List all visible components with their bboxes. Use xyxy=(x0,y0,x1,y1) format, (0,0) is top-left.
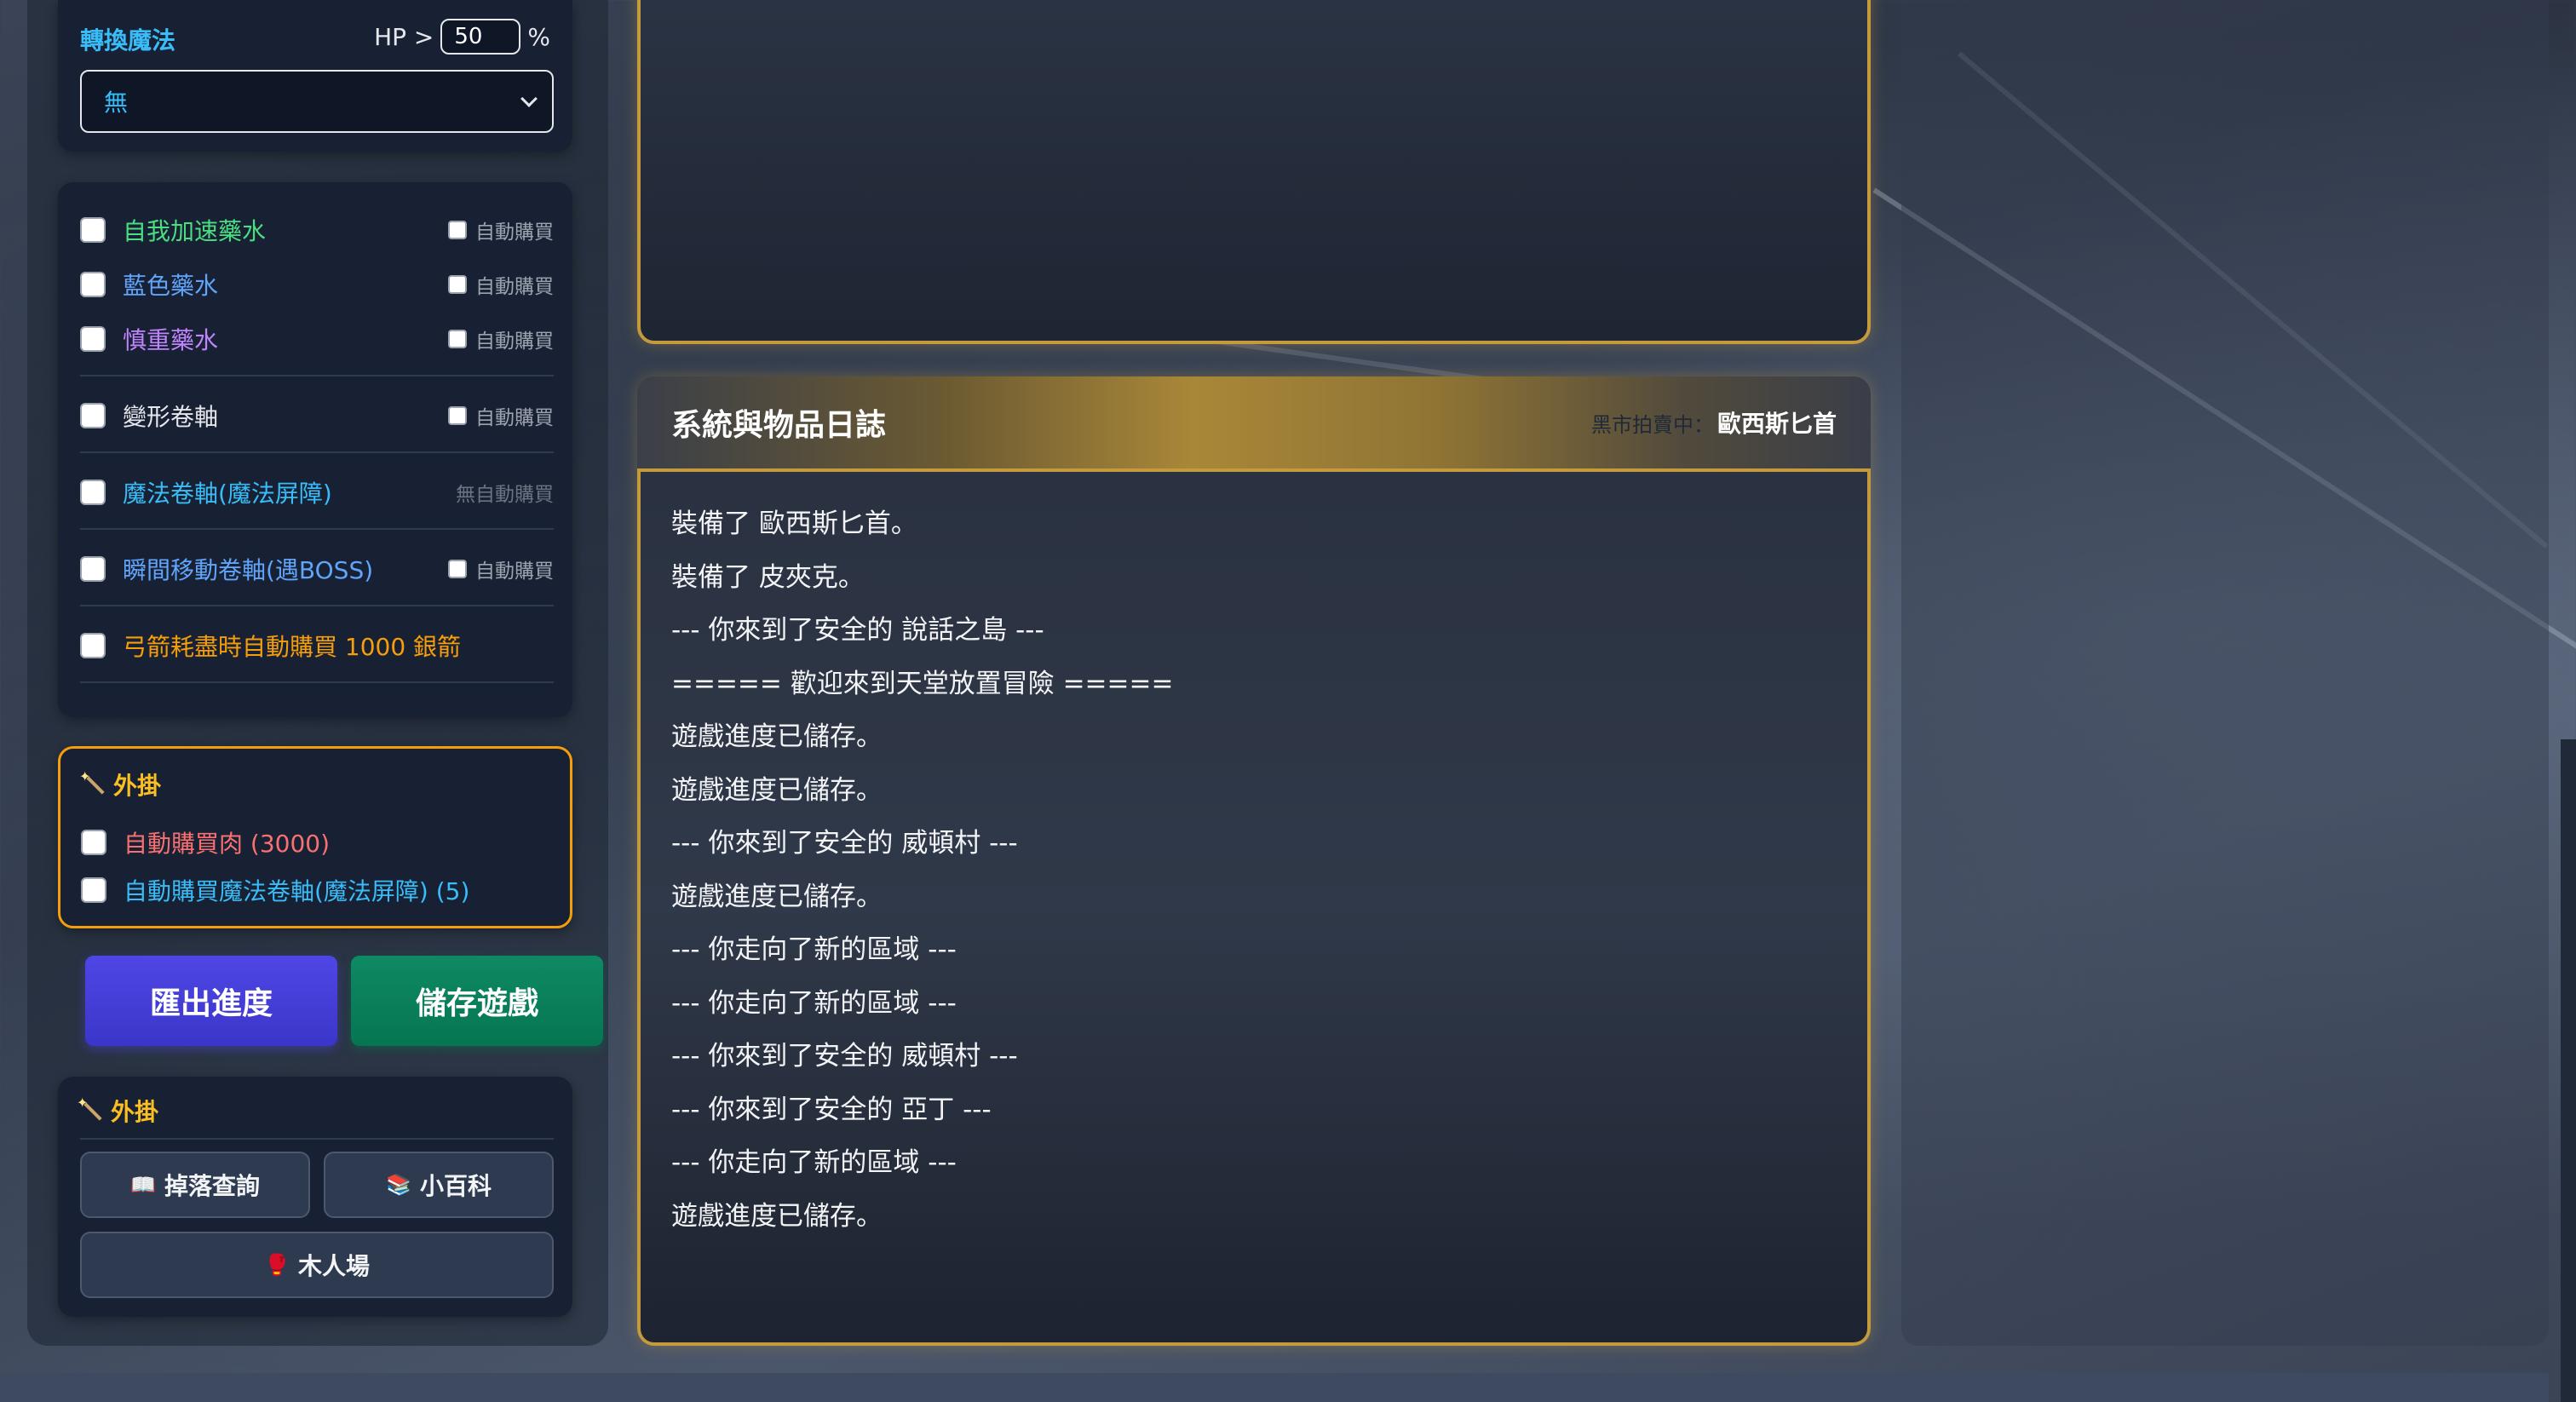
log-header: 系統與物品日誌 黑市拍賣中： 歐西斯匕首 xyxy=(637,376,1871,472)
divider xyxy=(80,681,554,683)
potion-label: 魔法卷軸(魔法屏障) xyxy=(123,480,332,508)
potion-label: 瞬間移動卷軸(遇BOSS) xyxy=(123,556,374,584)
auto-buy-toggle[interactable]: 自動購買 xyxy=(448,401,554,430)
log-line: --- 你走向了新的區域 --- xyxy=(671,934,957,965)
hp-prefix: HP > xyxy=(374,22,434,51)
potion-row-blue: 藍色藥水 自動購買 xyxy=(80,257,554,312)
auto-buy-label: 自動購買 xyxy=(475,330,554,353)
auto-buy-toggle[interactable]: 自動購買 xyxy=(448,554,554,583)
log-line: ===== 歡迎來到天堂放置冒險 ===== xyxy=(671,668,1174,699)
hack-label: 自動購買肉 (3000) xyxy=(124,830,331,858)
hp-threshold: HP > % xyxy=(374,19,550,55)
potion-checkbox[interactable] xyxy=(80,326,106,352)
black-market-status: 黑市拍賣中： 歐西斯匕首 xyxy=(1591,405,1837,440)
log-line: 遊戲進度已儲存。 xyxy=(671,721,883,752)
divider xyxy=(80,605,554,606)
auto-buy-checkbox[interactable] xyxy=(448,406,467,425)
book-icon: 📖 xyxy=(130,1173,156,1197)
drop-lookup-button[interactable]: 📖 掉落查詢 xyxy=(80,1152,310,1218)
potion-checkbox[interactable] xyxy=(80,217,106,243)
system-log-panel: 系統與物品日誌 黑市拍賣中： 歐西斯匕首 裝備了 歐西斯匕首。 裝備了 皮夾克。… xyxy=(637,376,1871,1346)
log-line: 遊戲進度已儲存。 xyxy=(671,881,883,912)
potion-row-magic-scroll: 魔法卷軸(魔法屏障) 無自動購買 xyxy=(80,465,554,520)
potion-label: 慎重藥水 xyxy=(123,326,219,354)
log-line: --- 你走向了新的區域 --- xyxy=(671,1147,957,1178)
magic-wand-icon xyxy=(77,1095,104,1123)
black-market-item: 歐西斯匕首 xyxy=(1716,410,1837,438)
tools-card: 外掛 📖 掉落查詢 📚 小百科 🥊 木人場 xyxy=(58,1077,572,1317)
log-body[interactable]: 裝備了 歐西斯匕首。 裝備了 皮夾克。 --- 你來到了安全的 說話之島 ---… xyxy=(637,472,1871,1346)
wiki-button[interactable]: 📚 小百科 xyxy=(324,1152,554,1218)
potions-card: 自我加速藥水 自動購買 藍色藥水 自動購買 慎重藥水 自動購買 變形卷軸 自動購… xyxy=(58,182,572,717)
divider xyxy=(80,528,554,530)
auto-buy-checkbox[interactable] xyxy=(448,560,467,578)
log-line: 遊戲進度已儲存。 xyxy=(671,774,883,806)
potion-checkbox[interactable] xyxy=(80,480,106,505)
log-line: --- 你來到了安全的 威頓村 --- xyxy=(671,1041,1018,1072)
divider xyxy=(80,375,554,376)
log-line: --- 你走向了新的區域 --- xyxy=(671,987,957,1019)
log-line: 裝備了 皮夾克。 xyxy=(671,561,865,593)
auto-buy-toggle[interactable]: 自動購買 xyxy=(448,270,554,299)
auto-buy-toggle[interactable]: 自動購買 xyxy=(448,215,554,244)
dummy-arena-button[interactable]: 🥊 木人場 xyxy=(80,1232,554,1298)
hack-row-scroll: 自動購買魔法卷軸(魔法屏障) (5) xyxy=(81,863,555,917)
divider xyxy=(80,451,554,453)
hack-checkbox[interactable] xyxy=(81,877,106,903)
arrow-auto-buy-label: 弓箭耗盡時自動購買 1000 銀箭 xyxy=(123,633,462,661)
potion-label: 藍色藥水 xyxy=(123,272,219,300)
hack-card: 外掛 自動購買肉 (3000) 自動購買魔法卷軸(魔法屏障) (5) xyxy=(58,746,572,928)
convert-magic-card: 轉換魔法 HP > % 無 xyxy=(58,0,572,152)
hack-title: 外掛 xyxy=(79,767,161,802)
left-sidebar: 轉換魔法 HP > % 無 自我加速藥水 自動購買 藍色藥水 自動購買 慎重藥水… xyxy=(27,0,608,1346)
log-line: --- 你來到了安全的 說話之島 --- xyxy=(671,615,1044,646)
divider xyxy=(80,1138,554,1140)
chevron-down-icon xyxy=(520,90,538,107)
battle-panel xyxy=(637,0,1871,344)
dummy-icon: 🥊 xyxy=(264,1253,290,1277)
potion-row-teleport: 瞬間移動卷軸(遇BOSS) 自動購買 xyxy=(80,542,554,596)
potion-label: 自我加速藥水 xyxy=(123,217,267,245)
log-line: 遊戲進度已儲存。 xyxy=(671,1200,883,1232)
log-line: 裝備了 歐西斯匕首。 xyxy=(671,509,917,539)
convert-magic-title: 轉換魔法 xyxy=(80,26,176,55)
potion-checkbox[interactable] xyxy=(80,403,106,428)
potion-row-caution: 慎重藥水 自動購買 xyxy=(80,312,554,366)
auto-buy-checkbox[interactable] xyxy=(448,330,467,348)
auto-buy-label: 自動購買 xyxy=(475,221,554,244)
auto-buy-checkbox[interactable] xyxy=(448,221,467,239)
hp-suffix: % xyxy=(527,22,550,51)
convert-magic-selected: 無 xyxy=(104,89,129,117)
hack-checkbox[interactable] xyxy=(81,830,106,855)
bottom-bar xyxy=(0,1373,2549,1402)
auto-buy-checkbox[interactable] xyxy=(448,275,467,294)
magic-wand-icon xyxy=(79,768,106,797)
log-line: --- 你來到了安全的 威頓村 --- xyxy=(671,828,1018,859)
convert-magic-select[interactable]: 無 xyxy=(80,70,554,133)
log-line: --- 你來到了安全的 亞丁 --- xyxy=(671,1094,992,1125)
auto-buy-label: 自動購買 xyxy=(475,276,554,298)
arrow-auto-buy-checkbox[interactable] xyxy=(80,633,106,658)
arrow-auto-buy-row: 弓箭耗盡時自動購買 1000 銀箭 xyxy=(80,618,554,673)
auto-buy-label: 自動購買 xyxy=(475,407,554,429)
export-progress-button[interactable]: 匯出進度 xyxy=(85,956,337,1046)
auto-buy-toggle[interactable]: 自動購買 xyxy=(448,325,554,353)
books-icon: 📚 xyxy=(386,1173,411,1197)
no-auto-buy-label: 無自動購買 xyxy=(456,484,554,506)
hp-threshold-input[interactable] xyxy=(440,19,521,55)
black-market-label: 黑市拍賣中： xyxy=(1590,412,1714,437)
page-scrollbar[interactable] xyxy=(2561,739,2576,1402)
potion-checkbox[interactable] xyxy=(80,272,106,297)
potion-row-speed: 自我加速藥水 自動購買 xyxy=(80,203,554,257)
right-panel xyxy=(1901,0,2549,1346)
log-title: 系統與物品日誌 xyxy=(671,408,887,443)
tools-title: 外掛 xyxy=(77,1094,158,1128)
potion-row-polymorph: 變形卷軸 自動購買 xyxy=(80,388,554,443)
save-game-button[interactable]: 儲存遊戲 xyxy=(351,956,603,1046)
hack-label: 自動購買魔法卷軸(魔法屏障) (5) xyxy=(124,877,470,905)
potion-label: 變形卷軸 xyxy=(123,403,219,431)
auto-buy-label: 自動購買 xyxy=(475,560,554,583)
hack-row-meat: 自動購買肉 (3000) xyxy=(81,815,555,870)
potion-checkbox[interactable] xyxy=(80,556,106,582)
